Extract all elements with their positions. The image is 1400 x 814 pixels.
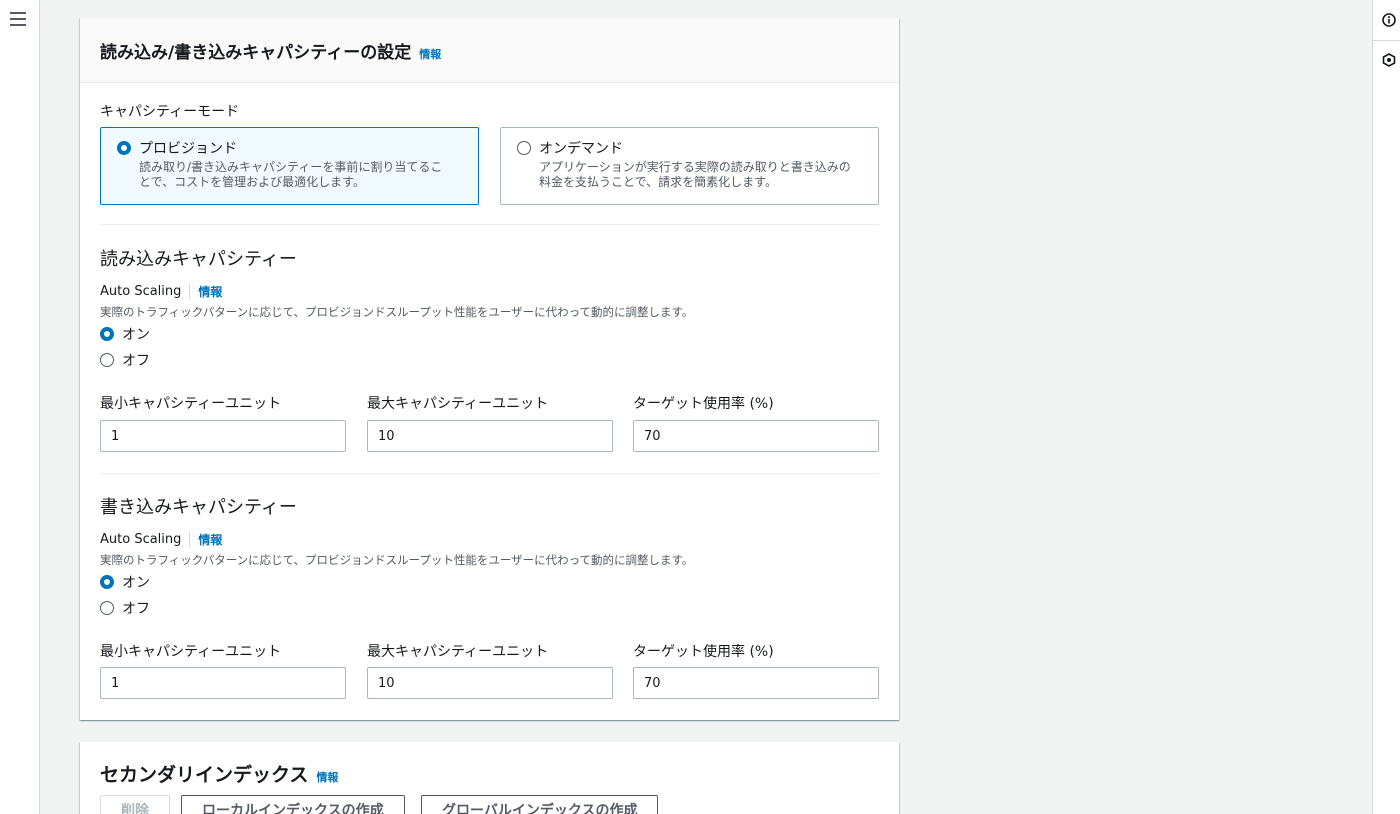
write-auto-scaling-desc: 実際のトラフィックパターンに応じて、プロビジョンドスループット性能をユーザーに代…	[100, 553, 694, 567]
read-min-input[interactable]	[100, 420, 346, 452]
capacity-settings-title: 読み込み/書き込みキャパシティーの設定	[100, 43, 412, 63]
on-demand-desc-1: アプリケーションが実行する実際の読み取りと書き込みの	[539, 160, 851, 174]
read-max-label: 最大キャパシティーユニット	[367, 396, 549, 412]
on-demand-desc-2: 料金を支払うことで、請求を簡素化します。	[539, 175, 777, 189]
info-circle-icon[interactable]	[1381, 12, 1397, 28]
right-tools-rail	[1372, 0, 1400, 814]
secondary-indexes-header: セカンダリインデックス 情報	[80, 742, 899, 787]
hamburger-menu-icon[interactable]	[10, 12, 26, 26]
capacity-settings-panel: 読み込み/書き込みキャパシティーの設定 情報 キャパシティーモード プロビジョン…	[80, 18, 899, 720]
on-demand-mode-tile[interactable]: オンデマンド アプリケーションが実行する実際の読み取りと書き込みの 料金を支払う…	[500, 127, 879, 205]
secondary-indexes-title: セカンダリインデックス	[100, 764, 309, 786]
read-auto-scaling-label: Auto Scaling	[100, 284, 191, 299]
write-max-input[interactable]	[367, 667, 613, 699]
read-min-label: 最小キャパシティーユニット	[100, 396, 282, 412]
read-on-radio[interactable]	[100, 327, 114, 341]
write-auto-scaling-off[interactable]: オフ	[100, 598, 150, 618]
read-off-radio[interactable]	[100, 353, 114, 367]
hexagon-icon[interactable]	[1381, 52, 1397, 68]
capacity-settings-header: 読み込み/書き込みキャパシティーの設定 情報	[80, 18, 899, 83]
read-on-label: オン	[122, 327, 150, 343]
provisioned-desc-1: 読み取り/書き込みキャパシティーを事前に割り当てるこ	[139, 160, 443, 174]
provisioned-title: プロビジョンド	[139, 141, 237, 157]
delete-button[interactable]: 削除	[100, 795, 170, 814]
rail-divider	[1373, 40, 1400, 41]
write-target-label: ターゲット使用率 (%)	[633, 644, 774, 660]
left-nav-rail	[0, 0, 40, 814]
on-demand-title: オンデマンド	[539, 141, 623, 157]
write-off-radio[interactable]	[100, 601, 114, 615]
read-max-input[interactable]	[367, 420, 613, 452]
write-min-input[interactable]	[100, 667, 346, 699]
create-local-index-button[interactable]: ローカルインデックスの作成	[181, 795, 405, 814]
secondary-indexes-info-link[interactable]: 情報	[316, 769, 338, 785]
read-target-label: ターゲット使用率 (%)	[633, 396, 774, 412]
write-auto-scaling-row: Auto Scaling 情報	[100, 531, 222, 548]
read-auto-scaling-desc: 実際のトラフィックパターンに応じて、プロビジョンドスループット性能をユーザーに代…	[100, 305, 694, 319]
write-target-input[interactable]	[633, 667, 879, 699]
capacity-info-link[interactable]: 情報	[419, 46, 441, 62]
write-auto-scaling-label: Auto Scaling	[100, 532, 191, 547]
read-auto-scaling-on[interactable]: オン	[100, 324, 150, 344]
provisioned-radio[interactable]	[117, 141, 131, 155]
write-min-label: 最小キャパシティーユニット	[100, 644, 282, 660]
read-auto-scaling-info-link[interactable]: 情報	[198, 283, 222, 300]
read-off-label: オフ	[122, 353, 150, 369]
provisioned-mode-tile[interactable]: プロビジョンド 読み取り/書き込みキャパシティーを事前に割り当てるこ とで、コス…	[100, 127, 479, 205]
read-auto-scaling-row: Auto Scaling 情報	[100, 283, 222, 300]
on-demand-radio[interactable]	[517, 141, 531, 155]
write-auto-scaling-info-link[interactable]: 情報	[198, 531, 222, 548]
read-capacity-title: 読み込みキャパシティー	[100, 249, 297, 270]
create-global-index-button[interactable]: グローバルインデックスの作成	[421, 795, 659, 814]
write-capacity-title: 書き込みキャパシティー	[100, 497, 297, 518]
secondary-indexes-panel: セカンダリインデックス 情報 削除 ローカルインデックスの作成 グローバルインデ…	[80, 742, 899, 814]
section-divider	[100, 224, 879, 225]
write-max-label: 最大キャパシティーユニット	[367, 644, 549, 660]
capacity-mode-label: キャパシティーモード	[100, 104, 240, 120]
write-auto-scaling-on[interactable]: オン	[100, 572, 150, 592]
section-divider	[100, 473, 879, 474]
write-off-label: オフ	[122, 601, 150, 617]
read-target-input[interactable]	[633, 420, 879, 452]
read-auto-scaling-off[interactable]: オフ	[100, 350, 150, 370]
write-on-label: オン	[122, 575, 150, 591]
write-on-radio[interactable]	[100, 575, 114, 589]
provisioned-desc-2: とで、コストを管理および最適化します。	[139, 175, 365, 189]
